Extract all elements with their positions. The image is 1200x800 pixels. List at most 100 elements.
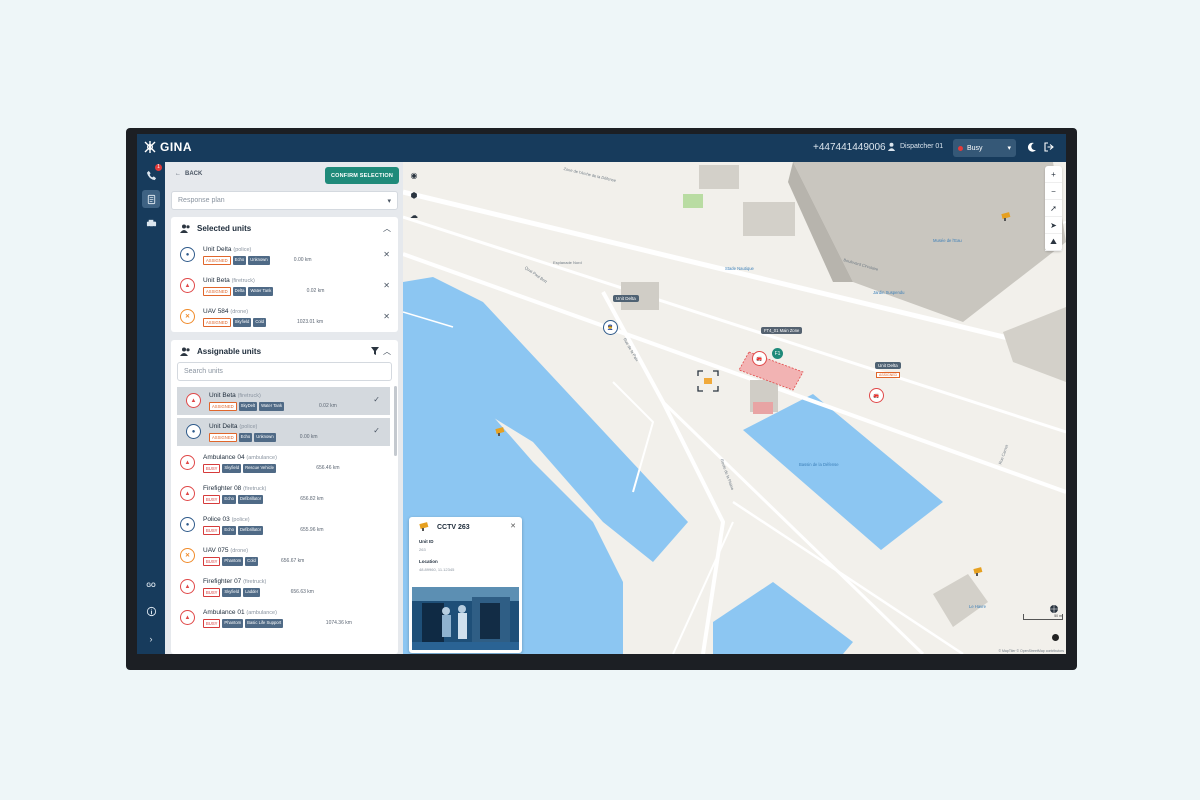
arrow-left-icon: ← [175, 171, 181, 177]
unit-distance: 656.63 km [290, 589, 314, 595]
unit-name: Unit Delta (police) [209, 423, 257, 430]
assignable-units-header[interactable]: Assignable units [180, 347, 261, 356]
user-info[interactable]: Dispatcher 01 [887, 142, 943, 151]
unit-row[interactable]: ● Unit Delta (police) ASSIGNED Echo Unknown 0… [171, 241, 398, 269]
unit-name: Firefighter 08 (firetruck) [203, 485, 266, 492]
unit-distance: 0.00 km [293, 257, 312, 263]
back-button[interactable]: ← BACK [175, 171, 202, 177]
incident-marker[interactable]: F1 [772, 348, 783, 359]
unit-row[interactable]: ✕ UAV 075 (drone) BUSY Phantom Cold 656.67 km [171, 542, 398, 570]
map-view[interactable]: ◉ ⬢ ☁ + − ➚ ➤ ⛰ Zone de l'Arche de la Dé… [403, 162, 1066, 654]
unit-pin-police[interactable]: 👮 [603, 320, 618, 335]
map-controls: + − ➚ ➤ ⛰ [1045, 166, 1062, 251]
remove-unit-icon[interactable]: ✕ [383, 250, 390, 259]
unit-row[interactable]: ▲ Firefighter 07 (firetruck) BUSY Skyfield L… [171, 573, 398, 601]
unit-tag: Cold [253, 318, 266, 327]
calls-button[interactable]: 1 [142, 164, 162, 184]
unit-type-text: (ambulance) [246, 455, 277, 461]
compass-icon[interactable] [1052, 634, 1059, 641]
unit-row[interactable]: ▲ Firefighter 08 (firetruck) BUSY Echo Defib… [171, 480, 398, 508]
unit-name-text: Ambulance 01 [203, 609, 245, 616]
unit-tag: Skyfield [222, 464, 242, 473]
unit-distance: 0.00 km [299, 434, 318, 440]
target-icon[interactable] [697, 370, 719, 392]
dark-mode-icon[interactable] [1026, 141, 1038, 153]
unit-name-text: Unit Beta [209, 392, 236, 399]
layers-icon[interactable]: ⬢ [407, 188, 421, 202]
terrain-icon[interactable]: ⛰ [1045, 234, 1062, 251]
unit-distance: 656.82 km [300, 496, 324, 502]
vehicles-button[interactable] [142, 214, 160, 232]
selected-units-header[interactable]: Selected units [180, 224, 251, 233]
rail-go-item[interactable]: GO [142, 577, 160, 595]
unit-tag: Defibrillator [237, 495, 264, 504]
group-icon [180, 347, 190, 356]
info-button[interactable] [142, 602, 160, 620]
unit-tag: Cold [245, 557, 258, 566]
unit-tag: Ladder [243, 588, 261, 597]
filter-icon[interactable] [371, 347, 379, 355]
phone-number: +447441449006 [813, 142, 886, 153]
unit-tags: BUSY Echo Defibrillator [203, 495, 264, 504]
logout-icon[interactable] [1043, 141, 1055, 153]
incidents-button[interactable] [142, 190, 160, 208]
unit-row[interactable]: ▲ Ambulance 04 (ambulance) BUSY Skyfield Res… [171, 449, 398, 477]
unit-row[interactable]: ● Unit Delta (police) ASSIGNED Echo Unknown 0… [177, 418, 390, 446]
unit-type-text: (drone) [230, 309, 249, 315]
chevron-down-icon: ▾ [1007, 145, 1011, 152]
globe-icon[interactable] [1049, 604, 1059, 614]
unit-row[interactable]: ✕ UAV 584 (drone) ASSIGNED Skyfield Cold 1023… [171, 303, 398, 331]
unit-type-text: (firetruck) [237, 393, 261, 399]
unit-pin-firetruck[interactable]: 🚒 [869, 388, 884, 403]
remove-unit-icon[interactable]: ✕ [383, 281, 390, 290]
scrollbar[interactable] [394, 386, 397, 456]
unit-name: Unit Beta (firetruck) [209, 392, 261, 399]
expand-rail-button[interactable]: › [142, 630, 160, 648]
close-icon[interactable]: ✕ [510, 522, 516, 530]
unit-name: Unit Beta (firetruck) [203, 277, 255, 284]
eye-icon[interactable]: ◉ [407, 168, 421, 182]
cctv-title: CCTV 263 [437, 524, 470, 531]
unit-tag: Phantom [222, 619, 244, 628]
select-icon[interactable]: ➚ [1045, 200, 1062, 217]
cctv-video-feed[interactable] [412, 587, 519, 650]
unit-distance: 655.96 km [300, 527, 324, 533]
unit-pin-incident[interactable]: 🚒 [752, 351, 767, 366]
unit-tag: Skyfield [222, 588, 242, 597]
confirm-selection-button[interactable]: CONFIRM SELECTION [325, 167, 399, 184]
zoom-in-icon[interactable]: + [1045, 166, 1062, 183]
zoom-out-icon[interactable]: − [1045, 183, 1062, 200]
police-icon: ● [186, 424, 201, 439]
response-plan-select[interactable]: Response plan ▾ [171, 191, 398, 210]
street-label: Esplanade Nord [553, 260, 582, 265]
unit-row[interactable]: ▲ Ambulance 01 (ambulance) BUSY Phantom Basi… [171, 604, 398, 632]
remove-unit-icon[interactable]: ✕ [383, 312, 390, 321]
locate-icon[interactable]: ➤ [1045, 217, 1062, 234]
firetruck-icon: ▲ [180, 579, 195, 594]
gina-logo-icon [144, 141, 156, 153]
unit-type-text: (firetruck) [231, 278, 255, 284]
camera-icon[interactable] [495, 427, 507, 436]
assignable-units-title: Assignable units [197, 347, 262, 356]
search-units-input[interactable]: Search units [177, 362, 392, 381]
unit-name-text: Unit Beta [203, 277, 230, 284]
cloud-icon[interactable]: ☁ [407, 208, 421, 222]
camera-icon[interactable] [1001, 212, 1013, 221]
status-badge: BUSY [203, 526, 221, 535]
poi-label: Jardin Suspendu [873, 290, 905, 295]
chevron-right-icon: › [149, 634, 153, 644]
chevron-up-icon[interactable]: ︿ [383, 223, 391, 234]
unit-row[interactable]: ▲ Unit Beta (firetruck) ASSIGNED Delta Water… [171, 272, 398, 300]
map-tools: ◉ ⬢ ☁ [407, 168, 421, 222]
status-select[interactable]: Busy ▾ [953, 139, 1016, 157]
unit-row[interactable]: ▲ Unit Beta (firetruck) ASSIGNED SkyDelt Wat… [177, 387, 390, 415]
cctv-location-label: Location [419, 559, 438, 564]
camera-icon[interactable] [973, 567, 985, 576]
unit-row[interactable]: ● Police 03 (police) BUSY Echo Defibrillator… [171, 511, 398, 539]
app-logo[interactable]: GINA [143, 140, 192, 154]
cctv-unit-id-label: Unit ID [419, 539, 434, 544]
units-panel: ← BACK CONFIRM SELECTION Response plan ▾… [165, 162, 403, 654]
chevron-up-icon[interactable]: ︿ [383, 346, 391, 357]
unit-tag: Basic Life Support [245, 619, 284, 628]
unit-name: Firefighter 07 (firetruck) [203, 578, 266, 585]
